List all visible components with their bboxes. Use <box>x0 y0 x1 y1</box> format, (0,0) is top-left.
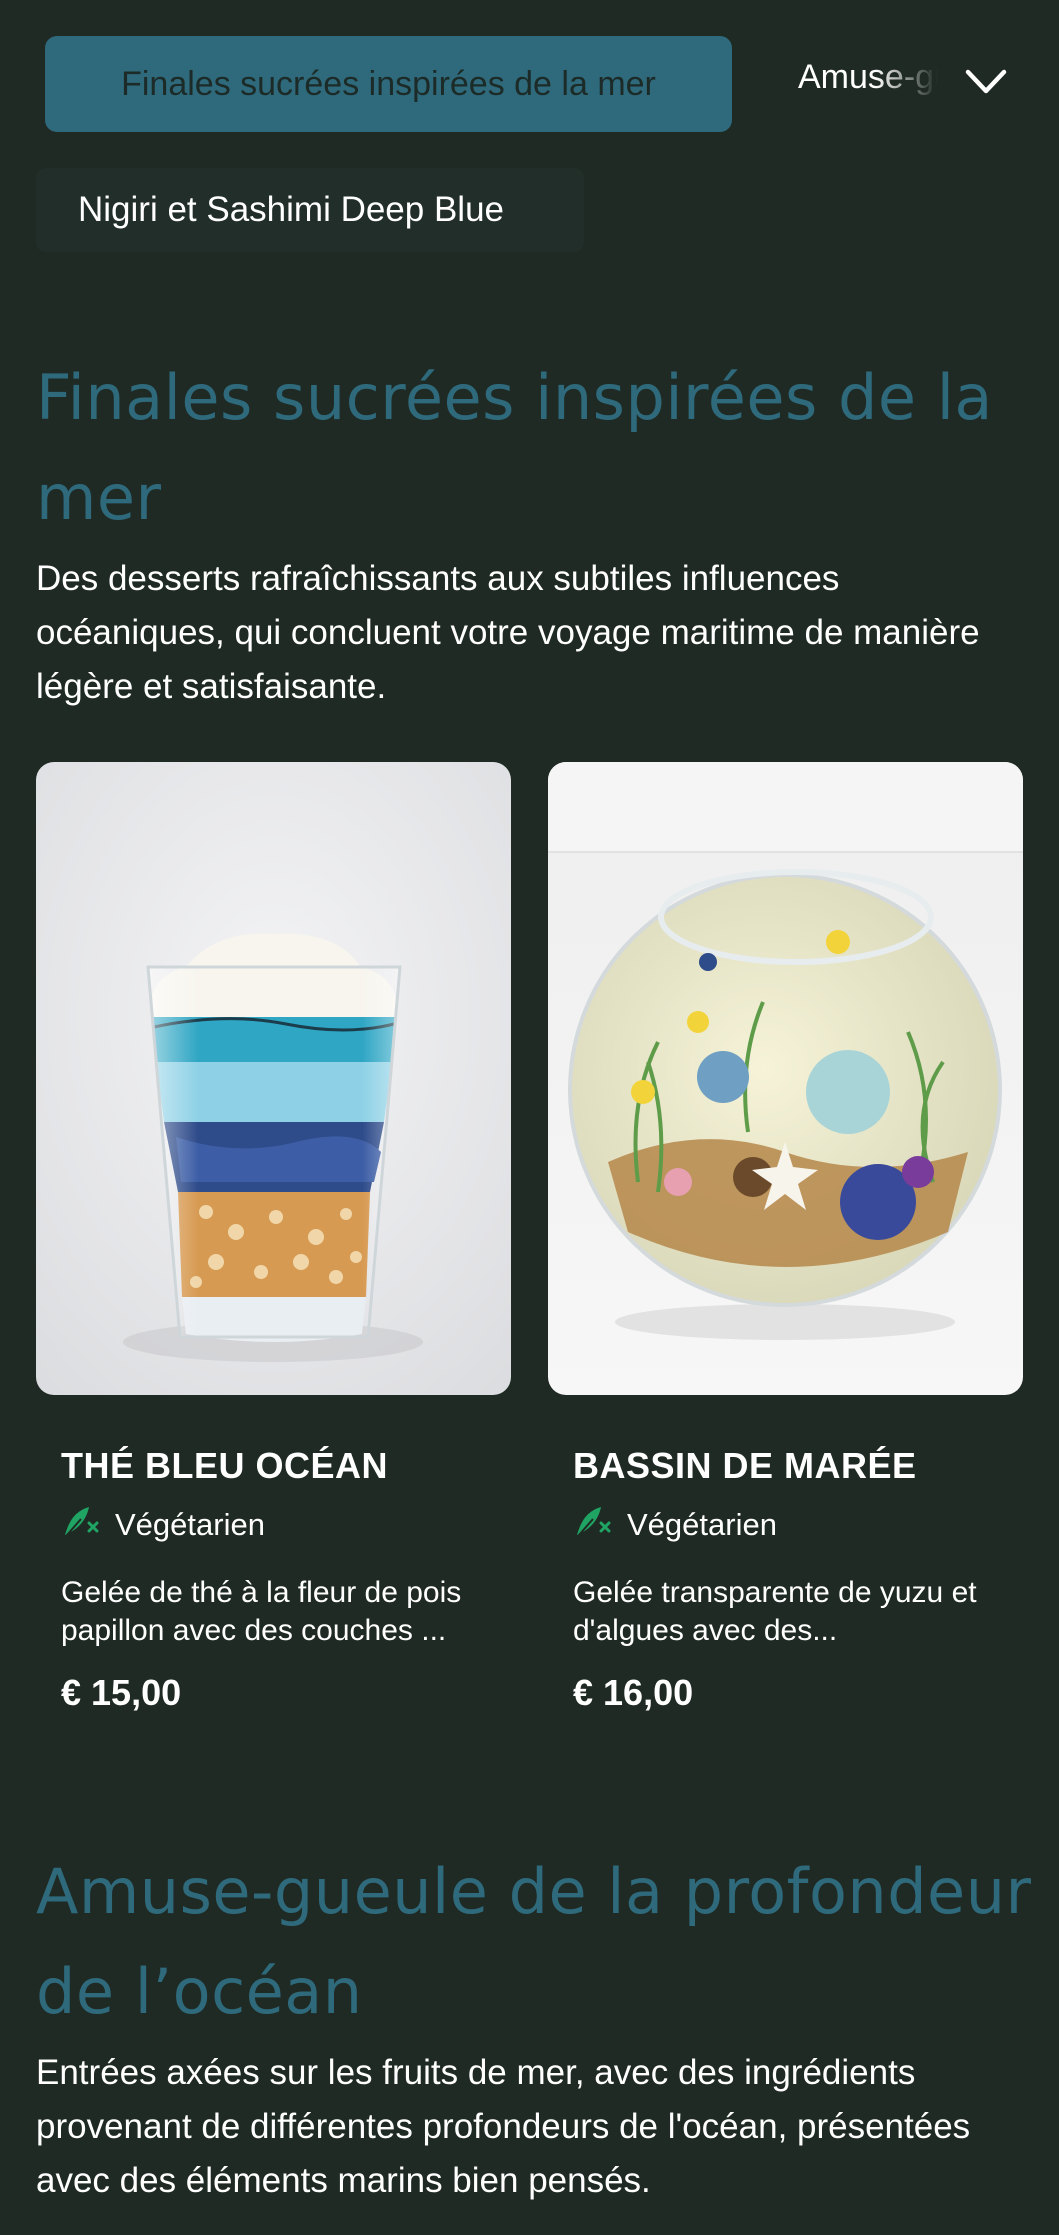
menu-page: Finales sucrées inspirées de la mer Amus… <box>0 0 1059 2235</box>
item-name: BASSIN DE MARÉE <box>573 1445 917 1486</box>
section-description: Des desserts rafraîchissants aux subtile… <box>36 559 980 706</box>
dietary-tag-label: Végétarien <box>627 1507 777 1542</box>
item-price: € 16,00 <box>573 1672 694 1713</box>
vegetarian-icon <box>61 1503 101 1547</box>
category-nav: Finales sucrées inspirées de la mer Amus… <box>0 0 1059 260</box>
dietary-tag: Végétarien <box>573 1504 777 1546</box>
menu-item-card[interactable]: THÉ BLEU OCÉAN Végétarien Gelée de thé à… <box>36 762 511 1742</box>
item-image[interactable] <box>548 762 1023 1395</box>
section-title: Finales sucrées inspirées de la mer <box>36 361 993 534</box>
category-tab-nigiri[interactable]: Nigiri et Sashimi Deep Blue <box>36 168 584 252</box>
chevron-down-icon[interactable] <box>960 60 1012 104</box>
category-tab-next[interactable]: Amuse-gueule de la profondeur de l’océan <box>798 58 938 110</box>
item-description: Gelée transparente de yuzu et d'algues a… <box>573 1576 977 1647</box>
menu-item-card[interactable]: BASSIN DE MARÉE Végétarien Gelée transpa… <box>548 762 1023 1742</box>
item-image[interactable] <box>36 762 511 1395</box>
item-price: € 15,00 <box>61 1672 182 1713</box>
dietary-tag-label: Végétarien <box>115 1507 265 1542</box>
category-tab-active[interactable]: Finales sucrées inspirées de la mer <box>45 36 732 132</box>
dietary-tag: Végétarien <box>61 1504 265 1546</box>
item-name: THÉ BLEU OCÉAN <box>61 1445 389 1486</box>
section-description: Entrées axées sur les fruits de mer, ave… <box>36 2053 971 2200</box>
vegetarian-icon <box>573 1503 613 1547</box>
section-title: Amuse-gueule de la profondeur de l’océan <box>36 1855 1032 2028</box>
item-description: Gelée de thé à la fleur de pois papillon… <box>61 1576 462 1647</box>
